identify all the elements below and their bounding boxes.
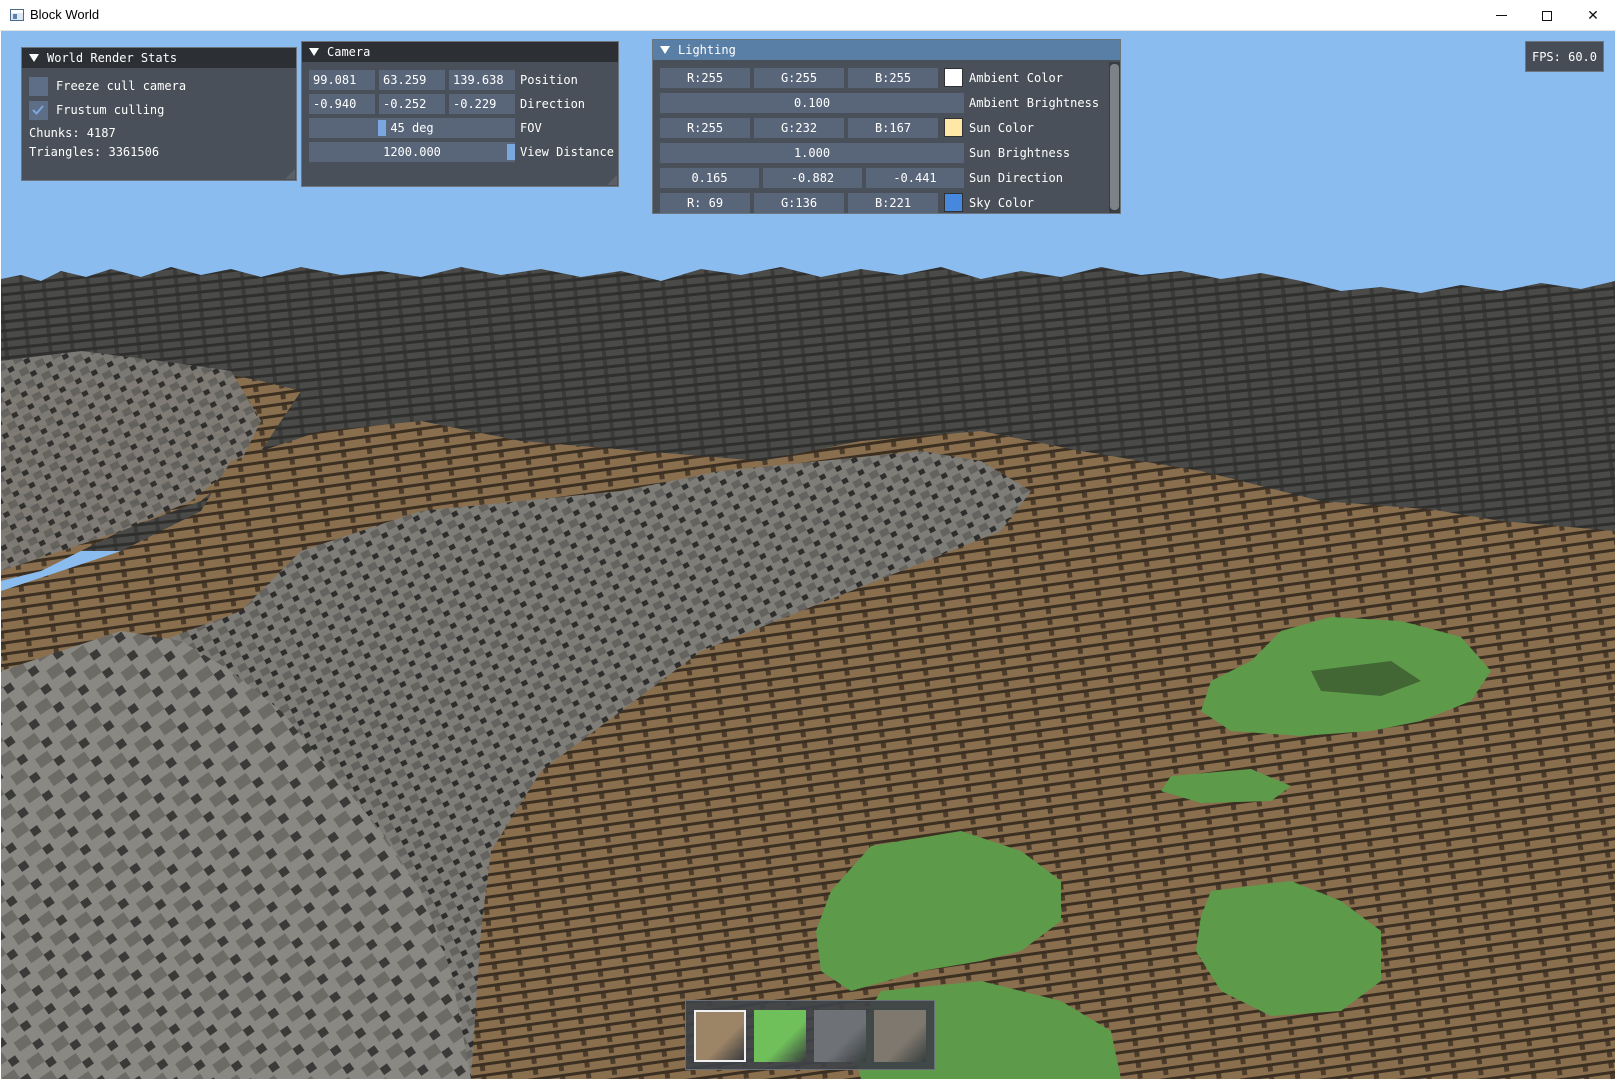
ambient-color-b-field[interactable]: B:255 — [848, 68, 938, 88]
freeze-cull-label: Freeze cull camera — [56, 79, 187, 93]
position-y-field[interactable]: 63.259 — [379, 70, 445, 90]
sky-color-r-field[interactable]: R: 69 — [660, 193, 750, 213]
lighting-title: Lighting — [678, 43, 736, 57]
render-stats-window[interactable]: World Render Stats Freeze cull camera Fr… — [21, 47, 297, 181]
sun-brightness-field[interactable]: 1.000 — [660, 143, 964, 163]
triangles-count: Triangles: 3361506 — [29, 145, 160, 159]
ambient-color-r-field[interactable]: R:255 — [660, 68, 750, 88]
camera-title: Camera — [327, 45, 371, 59]
lighting-scrollbar[interactable] — [1109, 62, 1120, 213]
ambient-color-swatch[interactable] — [944, 68, 963, 87]
chunks-count: Chunks: 4187 — [29, 126, 116, 140]
sun-color-b-field[interactable]: B:167 — [848, 118, 938, 138]
camera-header[interactable]: Camera — [302, 42, 618, 62]
block-hotbar — [685, 1000, 935, 1070]
resize-grip[interactable] — [607, 175, 617, 185]
freeze-cull-checkbox[interactable] — [29, 76, 48, 96]
resize-grip[interactable] — [285, 169, 295, 179]
maximize-icon — [1542, 10, 1552, 21]
render-stats-title: World Render Stats — [47, 51, 178, 65]
sky-color-b-field[interactable]: B:221 — [848, 193, 938, 213]
scrollbar-thumb[interactable] — [1110, 64, 1119, 210]
ambient-brightness-field[interactable]: 0.100 — [660, 93, 964, 113]
sun-color-swatch[interactable] — [944, 118, 963, 137]
direction-label: Direction — [520, 97, 586, 111]
position-x-field[interactable]: 99.081 — [309, 70, 375, 90]
minimize-button[interactable] — [1478, 0, 1524, 31]
app-icon — [10, 9, 24, 21]
direction-y-field[interactable]: -0.252 — [379, 94, 445, 114]
sun-color-label: Sun Color — [969, 121, 1035, 135]
grass-block-slot[interactable] — [754, 1010, 806, 1062]
sky-color-label: Sky Color — [969, 196, 1035, 210]
camera-window[interactable]: Camera 99.081 63.259 139.638 Position -0… — [301, 41, 619, 187]
dirt-block-slot[interactable] — [694, 1010, 746, 1062]
gravel-block-slot[interactable] — [874, 1010, 926, 1062]
window-title: Block World — [30, 7, 100, 22]
sun-direction-x-field[interactable]: 0.165 — [660, 168, 759, 188]
view-distance-value: 1200.000 — [383, 145, 441, 159]
stone-block-slot[interactable] — [814, 1010, 866, 1062]
sun-direction-z-field[interactable]: -0.441 — [866, 168, 964, 188]
sun-brightness-label: Sun Brightness — [969, 146, 1071, 160]
freeze-cull-row[interactable]: Freeze cull camera — [29, 76, 186, 96]
position-z-field[interactable]: 139.638 — [449, 70, 515, 90]
direction-z-field[interactable]: -0.229 — [449, 94, 515, 114]
frustum-culling-label: Frustum culling — [56, 103, 165, 117]
checkmark-icon — [32, 104, 44, 115]
minimize-icon — [1495, 15, 1507, 16]
title-bar: Block World ✕ — [0, 0, 1616, 31]
ambient-brightness-label: Ambient Brightness — [969, 96, 1100, 110]
sky-color-g-field[interactable]: G:136 — [754, 193, 844, 213]
sun-direction-y-field[interactable]: -0.882 — [763, 168, 862, 188]
lighting-window[interactable]: Lighting R:255 G:255 B:255 Ambient Color… — [652, 39, 1121, 214]
ambient-color-label: Ambient Color — [969, 71, 1063, 85]
view-distance-label: View Distance — [520, 145, 614, 159]
fov-value: 45 deg — [390, 121, 434, 135]
fps-counter: FPS: 60.0 — [1525, 41, 1604, 72]
fov-slider[interactable]: 45 deg — [309, 118, 515, 138]
collapse-arrow-icon[interactable] — [29, 54, 39, 62]
close-button[interactable]: ✕ — [1570, 0, 1616, 31]
ambient-color-g-field[interactable]: G:255 — [754, 68, 844, 88]
collapse-arrow-icon[interactable] — [660, 46, 670, 54]
sun-direction-label: Sun Direction — [969, 171, 1063, 185]
world-viewport[interactable]: World Render Stats Freeze cull camera Fr… — [1, 31, 1615, 1079]
render-stats-header[interactable]: World Render Stats — [22, 48, 296, 68]
position-label: Position — [520, 73, 578, 87]
direction-x-field[interactable]: -0.940 — [309, 94, 375, 114]
sun-color-g-field[interactable]: G:232 — [754, 118, 844, 138]
fov-slider-grab[interactable] — [378, 120, 386, 136]
view-distance-slider[interactable]: 1200.000 — [309, 142, 515, 162]
lighting-header[interactable]: Lighting — [653, 40, 1120, 60]
view-distance-slider-grab[interactable] — [507, 144, 515, 160]
frustum-culling-row[interactable]: Frustum culling — [29, 100, 164, 120]
sun-color-r-field[interactable]: R:255 — [660, 118, 750, 138]
maximize-button[interactable] — [1524, 0, 1570, 31]
sky-color-swatch[interactable] — [944, 193, 963, 212]
close-icon: ✕ — [1587, 7, 1599, 24]
collapse-arrow-icon[interactable] — [309, 48, 319, 56]
frustum-culling-checkbox[interactable] — [29, 100, 48, 120]
fov-label: FOV — [520, 121, 542, 135]
